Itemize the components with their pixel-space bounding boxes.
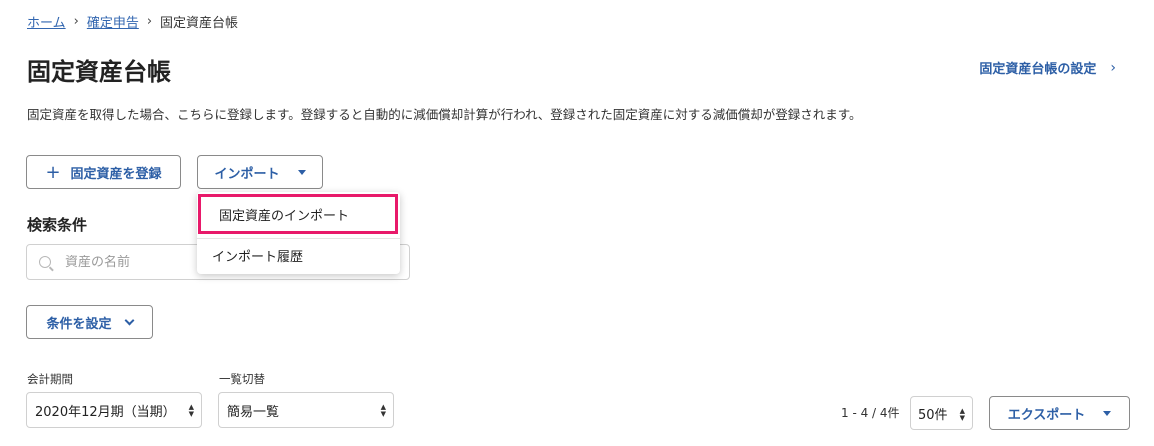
set-conditions-label: 条件を設定 [46,316,112,332]
chevron-right-icon: › [1110,59,1116,76]
export-dropdown-button[interactable]: エクスポート [989,396,1130,430]
page-title: 固定資産台帳 [27,58,171,86]
breadcrumb-home-link[interactable]: ホーム [27,12,66,31]
import-dropdown-button[interactable]: インポート [197,155,323,189]
set-conditions-button[interactable]: 条件を設定 [26,305,153,339]
breadcrumb-current: 固定資産台帳 [160,16,239,31]
accounting-period-value: 2020年12月期（当期） [35,404,176,420]
import-label: インポート [214,166,280,182]
import-dropdown-menu: 固定資産のインポート インポート履歴 [197,192,400,274]
page-description: 固定資産を取得した場合、こちらに登録します。登録すると自動的に減価償却計算が行わ… [27,107,862,122]
view-switch-label: 一覧切替 [219,372,265,386]
select-arrows-icon: ▲ ▼ [380,403,386,418]
settings-link[interactable]: 固定資産台帳の設定 › [979,58,1116,78]
accounting-period-select[interactable]: 2020年12月期（当期） ▲ ▼ [26,392,202,428]
register-asset-button[interactable]: + 固定資産を登録 [26,155,181,189]
select-arrows-icon: ▲ ▼ [959,407,965,422]
breadcrumb-separator-icon: › [73,14,79,29]
breadcrumb-separator-icon: › [146,14,153,29]
accounting-period-label: 会計期間 [27,372,73,386]
chevron-down-icon [124,315,134,325]
search-icon [39,256,51,268]
view-switch-select[interactable]: 簡易一覧 ▲ ▼ [218,392,394,428]
per-page-select[interactable]: 50件 ▲ ▼ [910,396,973,430]
settings-link-label: 固定資産台帳の設定 [979,62,1097,77]
export-label: エクスポート [1007,407,1086,423]
caret-down-icon [1103,410,1112,416]
plus-icon: + [45,161,61,183]
register-asset-label: 固定資産を登録 [70,166,162,182]
per-page-value: 50件 [918,407,948,423]
pagination-count: 1 - 4 / 4件 [841,406,900,420]
menu-item-import-assets[interactable]: 固定資産のインポート [198,194,398,234]
menu-item-import-history[interactable]: インポート履歴 [197,238,400,272]
caret-down-icon [297,169,306,175]
breadcrumb: ホーム › 確定申告 › 固定資産台帳 [27,12,238,31]
search-section-label: 検索条件 [27,216,88,234]
view-switch-value: 簡易一覧 [227,404,280,420]
breadcrumb-tax-return-link[interactable]: 確定申告 [87,12,139,31]
select-arrows-icon: ▲ ▼ [188,403,194,418]
